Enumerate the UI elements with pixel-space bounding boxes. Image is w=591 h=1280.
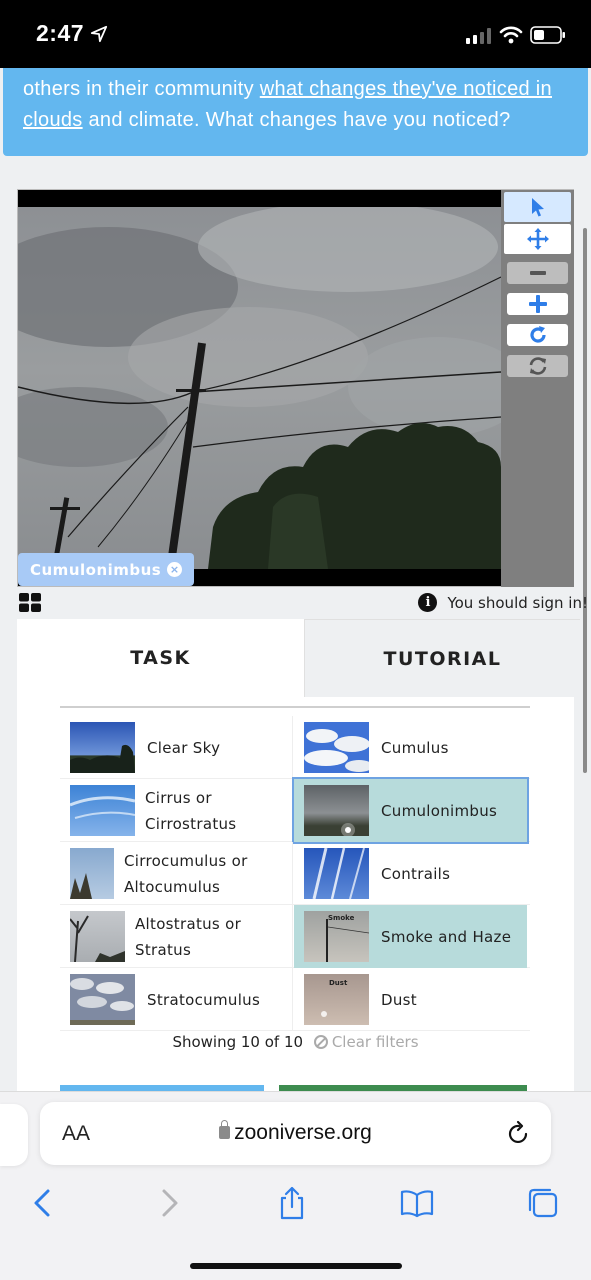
choice-label: Cumulus [381,738,449,757]
selected-label-chip[interactable]: Cumulonimbus × [18,553,195,586]
choice-label: Contrails [381,864,451,883]
info-icon: i [418,593,438,612]
divider [60,706,530,708]
tab-tutorial[interactable]: TUTORIAL [304,619,580,697]
task-panel: TASK TUTORIAL Clear Sky Cumulus Cirrus o… [17,619,580,1099]
ban-icon [313,1035,328,1049]
cirrocumulus-thumbnail [70,848,114,899]
address-bar[interactable]: AA zooniverse.org [40,1102,551,1165]
cirrus-thumbnail [70,785,135,836]
remove-label-icon[interactable]: × [167,562,183,577]
altostratus-thumbnail [70,911,125,962]
choice-cumulonimbus[interactable]: Cumulonimbus [292,777,529,844]
rotate-button[interactable] [507,324,568,346]
scrollbar[interactable] [583,228,587,773]
bookmarks-icon[interactable] [400,1186,434,1220]
signin-notice[interactable]: i You should sign in! [418,593,588,612]
zoom-in-icon [528,295,547,313]
dust-thumb-label: Dust [329,979,348,987]
move-icon [526,228,549,250]
url-display[interactable]: zooniverse.org [40,1120,551,1145]
grid-view-icon[interactable] [19,593,41,612]
choice-smoke-and-haze[interactable]: Smoke Smoke and Haze [294,905,527,968]
tab-task[interactable]: TASK [17,619,304,697]
cloud-row: Stratocumulus Dust Dust [60,968,530,1031]
cloud-row: Cirrocumulus or Altocumulus Contrails [60,842,530,905]
clear-filters-button[interactable]: Clear filters [313,1033,419,1051]
subject-viewer [17,189,574,587]
zoom-in-button[interactable] [507,293,568,315]
choice-label: Altostratus or Stratus [135,914,242,959]
choice-label: Dust [381,990,417,1009]
share-icon[interactable] [275,1186,309,1220]
dust-thumbnail: Dust [304,974,369,1025]
tabs-icon[interactable] [526,1186,560,1220]
info-banner: others in their community what changes t… [3,68,588,156]
reload-icon[interactable] [507,1120,531,1146]
choice-label: Cumulonimbus [381,801,498,820]
clear-filters-label: Clear filters [331,1033,419,1051]
choice-cirrocumulus[interactable]: Cirrocumulus or Altocumulus [60,842,293,905]
pointer-icon [531,198,544,217]
panel-tabs: TASK TUTORIAL [17,619,580,697]
choice-label: Clear Sky [147,738,221,757]
status-bar: 2:47 [0,0,591,68]
choice-label: Smoke and Haze [381,927,512,946]
cellular-signal-icon [466,28,491,44]
rotate-icon [529,326,546,343]
location-arrow-icon [90,25,108,43]
move-tool-button[interactable] [504,224,571,254]
back-icon[interactable] [26,1186,60,1220]
choice-dust[interactable]: Dust Dust [294,968,527,1031]
cloud-type-grid: Clear Sky Cumulus Cirrus or Cirrostratus [60,716,530,1031]
smoke-thumb-label: Smoke [328,914,355,922]
clock: 2:47 [36,20,85,46]
choice-label: Cirrus or Cirrostratus [145,788,237,833]
contrails-thumbnail [304,848,369,899]
showing-count: Showing 10 of 10 [172,1033,304,1051]
viewer-toolbar [501,190,574,587]
banner-text-start: others in their community [23,78,260,100]
reset-view-button[interactable] [507,355,568,377]
subject-image[interactable] [18,207,501,569]
smoke-thumbnail: Smoke [304,911,369,962]
cloud-row: Clear Sky Cumulus [60,716,530,779]
home-indicator [190,1263,402,1269]
clear-sky-thumbnail [70,722,135,773]
signin-text: You should sign in! [447,593,588,612]
banner-text: others in their community what changes t… [23,74,578,136]
cumulus-thumbnail [304,722,369,773]
pointer-tool-button[interactable] [504,192,571,222]
choice-cumulus[interactable]: Cumulus [294,716,527,779]
forward-icon[interactable] [152,1186,186,1220]
cloud-row: Cirrus or Cirrostratus Cumulonimbus [60,777,530,844]
choice-contrails[interactable]: Contrails [294,842,527,905]
zoom-out-icon [529,271,546,275]
stratocumulus-thumbnail [70,974,135,1025]
selected-label-text: Cumulonimbus [30,560,162,579]
zoom-out-button[interactable] [507,262,568,284]
choice-stratocumulus[interactable]: Stratocumulus [60,968,293,1031]
url-text: zooniverse.org [234,1121,372,1144]
reset-icon [529,357,546,375]
lock-icon [219,1120,231,1139]
choice-clear-sky[interactable]: Clear Sky [60,716,293,779]
battery-icon [530,26,565,44]
filter-status: Showing 10 of 10 Clear filters [17,1033,574,1051]
wifi-icon [499,26,523,44]
choice-label: Stratocumulus [147,990,261,1009]
browser-toolbar: AA zooniverse.org [0,1091,591,1280]
choice-altostratus[interactable]: Altostratus or Stratus [60,905,293,968]
banner-text-end: and climate. What changes have you notic… [82,109,511,131]
cloud-row: Altostratus or Stratus Smoke Smoke and H… [60,905,530,968]
choice-label: Cirrocumulus or Altocumulus [124,851,248,896]
choice-cirrus[interactable]: Cirrus or Cirrostratus [60,779,293,842]
previous-tab-peek[interactable] [0,1104,28,1166]
cumulonimbus-thumbnail [304,785,369,836]
